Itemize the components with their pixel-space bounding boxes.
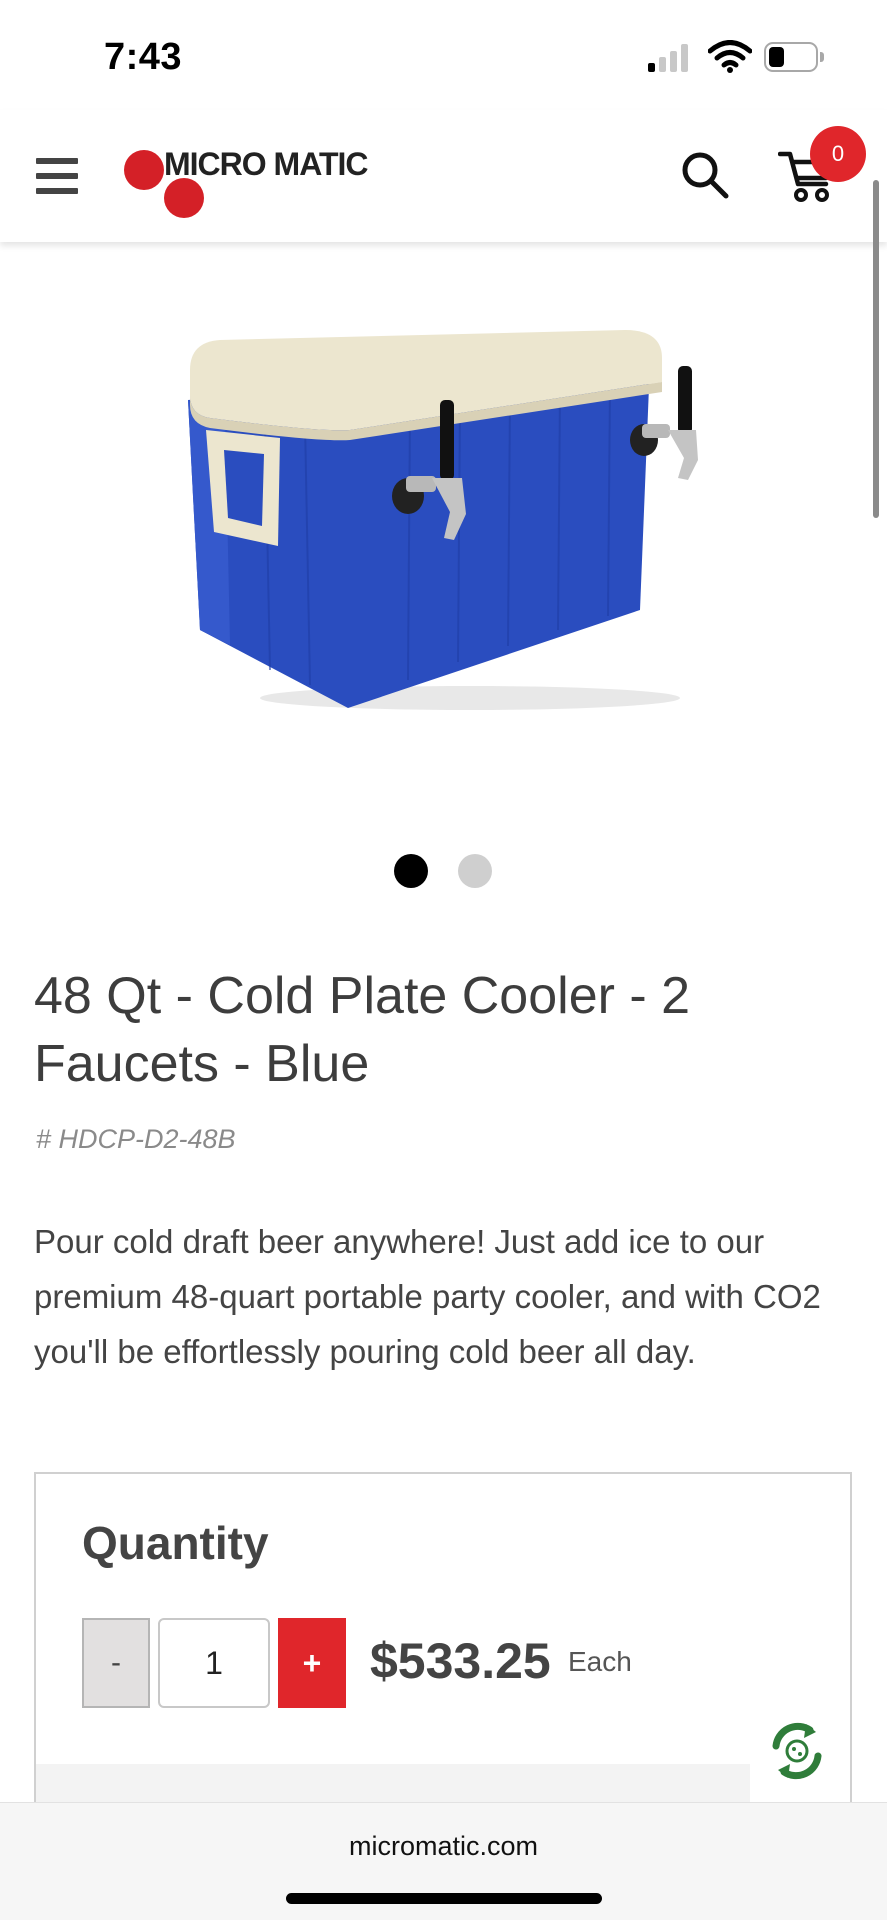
site-header: MICRO MATIC 0 (0, 110, 887, 242)
status-bar: 7:43 (0, 0, 887, 110)
carousel-dot-active[interactable] (394, 854, 428, 888)
wifi-icon (708, 40, 752, 73)
carousel-dot[interactable] (458, 854, 492, 888)
product-title: 48 Qt - Cold Plate Cooler - 2 Faucets - … (34, 967, 691, 1093)
brand-name: MICRO MATIC (164, 146, 368, 182)
price-unit: Each (568, 1646, 632, 1677)
product-description: Pour cold draft beer anywhere! Just add … (34, 1223, 821, 1370)
status-time: 7:43 (104, 36, 183, 78)
battery-icon (764, 42, 824, 72)
logo-dot-icon (164, 178, 204, 218)
cart-count-badge[interactable]: 0 (810, 126, 866, 182)
decrease-quantity-button[interactable]: - (82, 1618, 150, 1708)
increase-quantity-button[interactable]: + (278, 1618, 346, 1708)
menu-icon[interactable] (36, 158, 78, 194)
browser-address-bar: micromatic.com (0, 1802, 887, 1920)
cellular-signal-icon (648, 44, 692, 72)
browser-url[interactable]: micromatic.com (0, 1831, 887, 1862)
scrollbar[interactable] (873, 180, 879, 518)
quantity-heading: Quantity (82, 1517, 269, 1569)
logo-dot-icon (124, 150, 164, 190)
home-indicator[interactable] (286, 1893, 602, 1904)
product-price: $533.25 (370, 1633, 551, 1689)
quantity-input[interactable]: 1 (158, 1618, 270, 1708)
chat-widget-icon[interactable] (762, 1716, 832, 1786)
brand-logo[interactable]: MICRO MATIC (124, 140, 384, 220)
product-sku: # HDCP-D2-48B (36, 1124, 236, 1154)
purchase-panel: Quantity - 1 + $533.25 Each (34, 1472, 852, 1834)
search-icon[interactable] (680, 150, 730, 200)
image-carousel-dots (0, 854, 887, 890)
product-image[interactable] (170, 300, 730, 740)
